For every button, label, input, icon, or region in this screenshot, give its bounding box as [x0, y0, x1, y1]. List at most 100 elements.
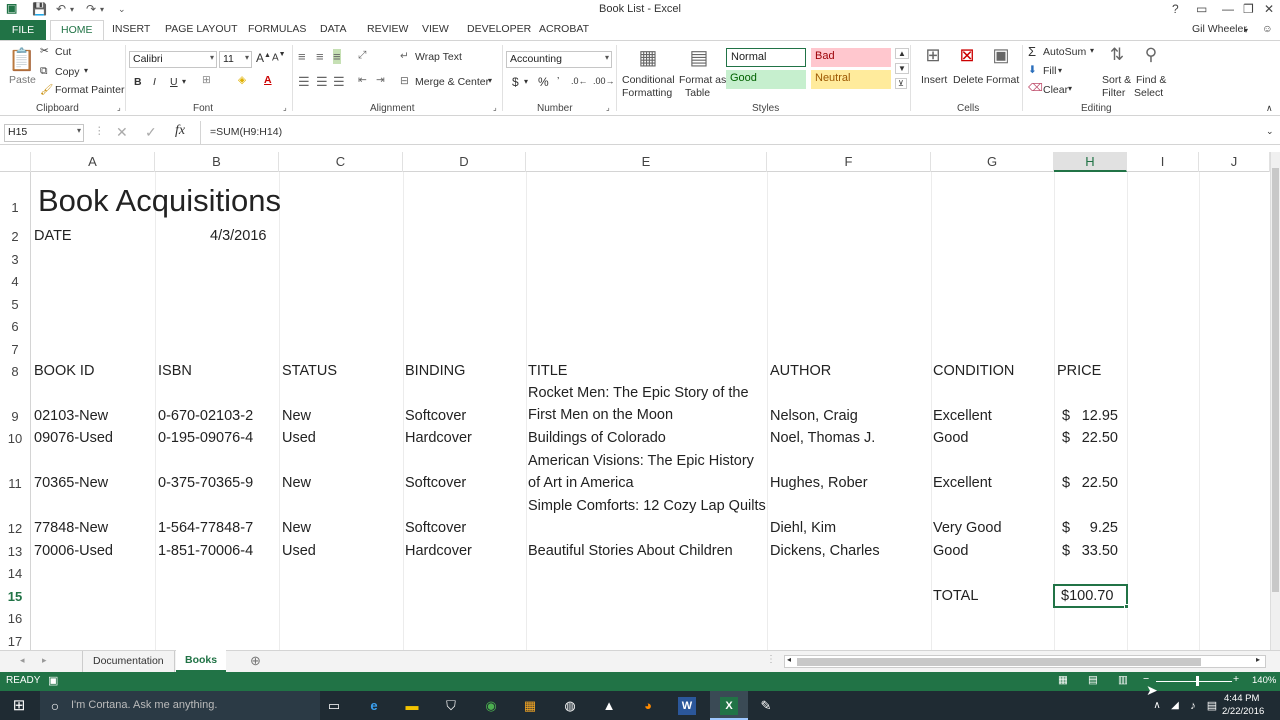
wrap-text-button[interactable]: Wrap Text: [415, 51, 462, 63]
table-cell[interactable]: Diehl, Kim: [770, 520, 836, 536]
table-cell[interactable]: Excellent: [933, 475, 992, 491]
column-header-h[interactable]: H: [1054, 152, 1127, 172]
fill-dropdown-icon[interactable]: ▾: [1058, 66, 1062, 75]
decrease-indent-icon[interactable]: ⇤: [358, 74, 367, 86]
styles-scroll-up-icon[interactable]: ▲: [895, 48, 909, 59]
macro-record-icon[interactable]: ▣: [48, 674, 58, 687]
copy-icon[interactable]: ⧉: [40, 65, 48, 78]
tab-review[interactable]: REVIEW: [367, 23, 408, 35]
clear-button[interactable]: Clear: [1043, 84, 1068, 96]
tab-developer[interactable]: DEVELOPER: [467, 23, 531, 35]
horizontal-scroll-thumb[interactable]: [797, 658, 1201, 666]
column-header-j[interactable]: J: [1199, 152, 1270, 172]
taskbar-time[interactable]: 4:44 PM: [1224, 693, 1259, 704]
store-icon[interactable]: ⛉: [442, 697, 460, 715]
table-cell[interactable]: 1-851-70006-4: [158, 543, 253, 559]
align-left-icon[interactable]: ☰: [298, 74, 310, 90]
file-explorer-icon[interactable]: ▬: [403, 697, 421, 715]
table-cell[interactable]: 02103-New: [34, 408, 108, 424]
format-button[interactable]: Format: [986, 74, 1019, 86]
taskbar-date[interactable]: 2/22/2016: [1222, 706, 1264, 717]
tab-split-icon[interactable]: ⋮: [766, 654, 776, 665]
font-color-icon[interactable]: A: [264, 74, 272, 86]
help-button[interactable]: ?: [1172, 2, 1179, 16]
row-header[interactable]: 5: [0, 297, 30, 312]
table-cell[interactable]: Simple Comforts: 12 Cozy Lap Quilts: [528, 495, 766, 517]
alignment-launcher-icon[interactable]: ⌟: [493, 103, 497, 112]
tab-home[interactable]: HOME: [50, 20, 104, 41]
insert-function-button[interactable]: fx: [175, 123, 185, 139]
date-value[interactable]: 4/3/2016: [210, 228, 266, 244]
find-select-label-2[interactable]: Select: [1134, 87, 1163, 99]
table-cell[interactable]: Good: [933, 430, 968, 446]
middle-align-icon[interactable]: ≡: [316, 49, 324, 64]
task-view-icon[interactable]: ▭: [325, 697, 343, 715]
cancel-icon[interactable]: ✕: [116, 124, 128, 141]
close-button[interactable]: ✕: [1264, 2, 1274, 16]
style-bad[interactable]: Bad: [811, 48, 891, 67]
autosum-dropdown-icon[interactable]: ▾: [1090, 46, 1094, 55]
user-name[interactable]: Gil Wheeler: [1192, 23, 1247, 35]
header-author[interactable]: AUTHOR: [770, 363, 831, 379]
scroll-left-icon[interactable]: ◂: [787, 655, 791, 664]
italic-button[interactable]: I: [153, 76, 156, 88]
scroll-right-icon[interactable]: ▸: [1256, 655, 1260, 664]
delete-button[interactable]: Delete: [953, 74, 983, 86]
photos-icon[interactable]: ▲: [600, 697, 618, 715]
fill-icon[interactable]: ⬇: [1028, 64, 1037, 76]
underline-button[interactable]: U: [170, 76, 178, 88]
row-header[interactable]: 12: [0, 521, 30, 536]
row-header[interactable]: 3: [0, 252, 30, 267]
table-cell[interactable]: Nelson, Craig: [770, 408, 858, 424]
fill-handle[interactable]: [1124, 604, 1129, 609]
format-as-table-label-1[interactable]: Format as: [679, 74, 726, 86]
clipboard-launcher-icon[interactable]: ⌟: [117, 103, 121, 112]
cut-button[interactable]: Cut: [55, 46, 71, 58]
increase-decimal-icon[interactable]: .0←: [571, 76, 588, 86]
format-cells-icon[interactable]: ▣: [990, 45, 1012, 66]
column-header-d[interactable]: D: [403, 152, 526, 172]
table-cell[interactable]: Used: [282, 430, 316, 446]
tab-view[interactable]: VIEW: [422, 23, 449, 35]
table-cell[interactable]: Softcover: [405, 520, 466, 536]
format-painter-button[interactable]: Format Painter: [55, 84, 124, 96]
vertical-scroll-thumb[interactable]: [1272, 168, 1279, 592]
top-align-icon[interactable]: ≡: [298, 49, 306, 64]
ribbon-display-icon[interactable]: ▭: [1196, 2, 1207, 16]
vertical-scrollbar[interactable]: [1270, 152, 1280, 650]
borders-icon[interactable]: ⊞: [202, 74, 211, 86]
table-cell[interactable]: Very Good: [933, 520, 1002, 536]
user-dropdown-icon[interactable]: ▾: [1244, 26, 1248, 35]
select-all-button[interactable]: [0, 152, 31, 172]
chrome-icon[interactable]: ◉: [482, 697, 500, 715]
table-cell[interactable]: Softcover: [405, 475, 466, 491]
header-title[interactable]: TITLE: [528, 363, 567, 379]
header-binding[interactable]: BINDING: [405, 363, 465, 379]
volume-icon[interactable]: ♪: [1184, 697, 1202, 715]
next-sheet-icon[interactable]: ▸: [42, 655, 47, 666]
table-cell[interactable]: New: [282, 520, 311, 536]
table-cell[interactable]: Beautiful Stories About Children: [528, 543, 733, 559]
column-header-f[interactable]: F: [767, 152, 931, 172]
app2-icon[interactable]: ✎: [757, 697, 775, 715]
increase-font-icon[interactable]: A▲: [256, 51, 271, 65]
row-header[interactable]: 14: [0, 566, 30, 581]
expand-formula-icon[interactable]: ⌄: [1266, 126, 1274, 137]
bottom-align-icon[interactable]: ≡: [333, 49, 341, 64]
header-status[interactable]: STATUS: [282, 363, 337, 379]
clear-dropdown-icon[interactable]: ▾: [1068, 84, 1072, 93]
column-header-c[interactable]: C: [279, 152, 403, 172]
share-icon[interactable]: ☺: [1262, 23, 1273, 35]
sheet-tab-books[interactable]: Books: [176, 650, 227, 672]
row-header[interactable]: 9: [0, 409, 30, 424]
find-binoculars-icon[interactable]: ⚲: [1140, 45, 1162, 65]
style-normal[interactable]: Normal: [726, 48, 806, 67]
bold-button[interactable]: B: [134, 76, 142, 88]
windows-start-icon[interactable]: ⊞: [10, 697, 28, 715]
table-cell[interactable]: 0-195-09076-4: [158, 430, 253, 446]
table-cell[interactable]: Buildings of Colorado: [528, 430, 666, 446]
word-icon[interactable]: W: [678, 697, 696, 715]
font-name-combo[interactable]: Calibri ▾: [129, 51, 217, 68]
align-center-icon[interactable]: ☰: [316, 74, 328, 90]
row-header[interactable]: 11: [0, 476, 30, 491]
